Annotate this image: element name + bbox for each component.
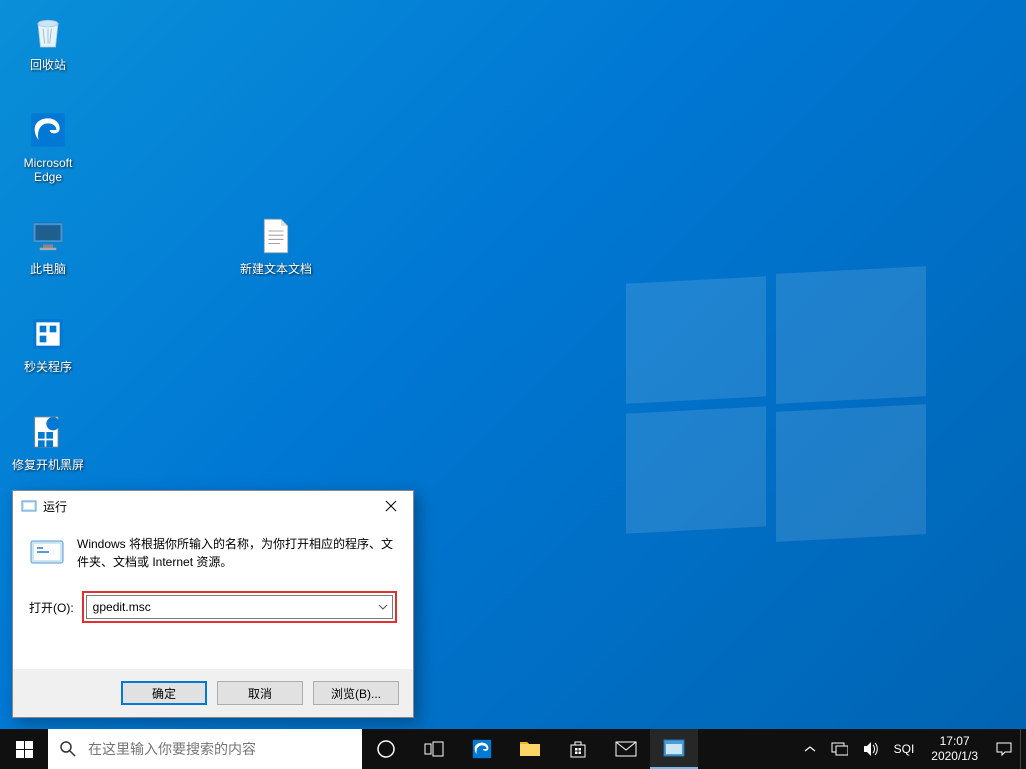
taskbar: SQI 17:07 2020/1/3 [0, 729, 1026, 769]
chevron-down-icon [378, 604, 388, 610]
clock-time: 17:07 [940, 734, 970, 749]
action-center-button[interactable] [988, 729, 1020, 769]
browse-button[interactable]: 浏览(B)... [313, 681, 399, 705]
shutdown-app-label: 秒关程序 [24, 360, 72, 374]
tray-overflow-button[interactable] [797, 729, 823, 769]
this-pc-icon[interactable]: 此电脑 [10, 214, 86, 276]
network-button[interactable] [823, 729, 855, 769]
mail-button[interactable] [602, 729, 650, 769]
network-icon [830, 741, 848, 757]
edge-label: Microsoft Edge [10, 156, 86, 184]
ime-indicator[interactable]: SQI [887, 729, 922, 769]
run-title-text: 运行 [43, 498, 371, 515]
edge-icon [471, 738, 493, 760]
run-dialog: 运行 Windows 将根据你所输入的名称，为你打开相应的程序、文件夹、文档或 … [12, 490, 414, 718]
repair-blackscreen-label: 修复开机黑屏 [12, 458, 84, 472]
recycle-bin-label: 回收站 [30, 58, 66, 72]
notification-icon [995, 741, 1013, 757]
clock-date: 2020/1/3 [931, 749, 978, 764]
ok-button[interactable]: 确定 [121, 681, 207, 705]
taskbar-search[interactable] [48, 729, 362, 769]
windows-logo-wallpaper [626, 280, 926, 540]
file-explorer-button[interactable] [506, 729, 554, 769]
run-window-icon [663, 739, 685, 757]
folder-icon [519, 739, 541, 759]
recycle-bin-icon[interactable]: 回收站 [10, 10, 86, 72]
run-button-row: 确定 取消 浏览(B)... [13, 669, 413, 717]
desktop: 回收站 Microsoft Edge 此电脑 新建文本文档 秒关程序 修复开机黑… [0, 0, 1026, 769]
clock-button[interactable]: 17:07 2020/1/3 [921, 734, 988, 764]
edge-browser-icon[interactable]: Microsoft Edge [10, 108, 86, 184]
task-view-icon [424, 741, 444, 757]
run-dropdown-button[interactable] [374, 596, 392, 618]
run-dialog-icon [29, 535, 65, 571]
search-icon [48, 740, 88, 758]
run-input[interactable] [87, 596, 374, 618]
run-description: Windows 将根据你所输入的名称，为你打开相应的程序、文件夹、文档或 Int… [77, 535, 397, 571]
search-input[interactable] [88, 729, 362, 769]
store-icon [568, 739, 588, 759]
mail-icon [615, 741, 637, 757]
open-label: 打开(O): [29, 599, 74, 616]
cortana-button[interactable] [362, 729, 410, 769]
show-desktop-button[interactable] [1020, 729, 1026, 769]
windows-logo-icon [16, 741, 33, 758]
this-pc-label: 此电脑 [30, 262, 66, 276]
task-view-button[interactable] [410, 729, 458, 769]
run-input-highlight [82, 591, 397, 623]
cortana-icon [376, 739, 396, 759]
run-title-icon [21, 498, 37, 514]
speaker-icon [862, 741, 880, 757]
chevron-up-icon [804, 745, 816, 753]
edge-taskbar-button[interactable] [458, 729, 506, 769]
text-document-icon[interactable]: 新建文本文档 [238, 214, 314, 276]
run-combobox[interactable] [86, 595, 393, 619]
store-button[interactable] [554, 729, 602, 769]
run-titlebar[interactable]: 运行 [13, 491, 413, 521]
close-icon [385, 500, 397, 512]
text-document-label: 新建文本文档 [240, 262, 312, 276]
cancel-button[interactable]: 取消 [217, 681, 303, 705]
run-taskbar-button[interactable] [650, 729, 698, 769]
close-button[interactable] [371, 492, 411, 520]
system-tray: SQI 17:07 2020/1/3 [797, 729, 1026, 769]
volume-button[interactable] [855, 729, 887, 769]
shutdown-app-icon[interactable]: 秒关程序 [10, 312, 86, 374]
repair-blackscreen-icon[interactable]: 修复开机黑屏 [10, 410, 86, 472]
start-button[interactable] [0, 729, 48, 769]
